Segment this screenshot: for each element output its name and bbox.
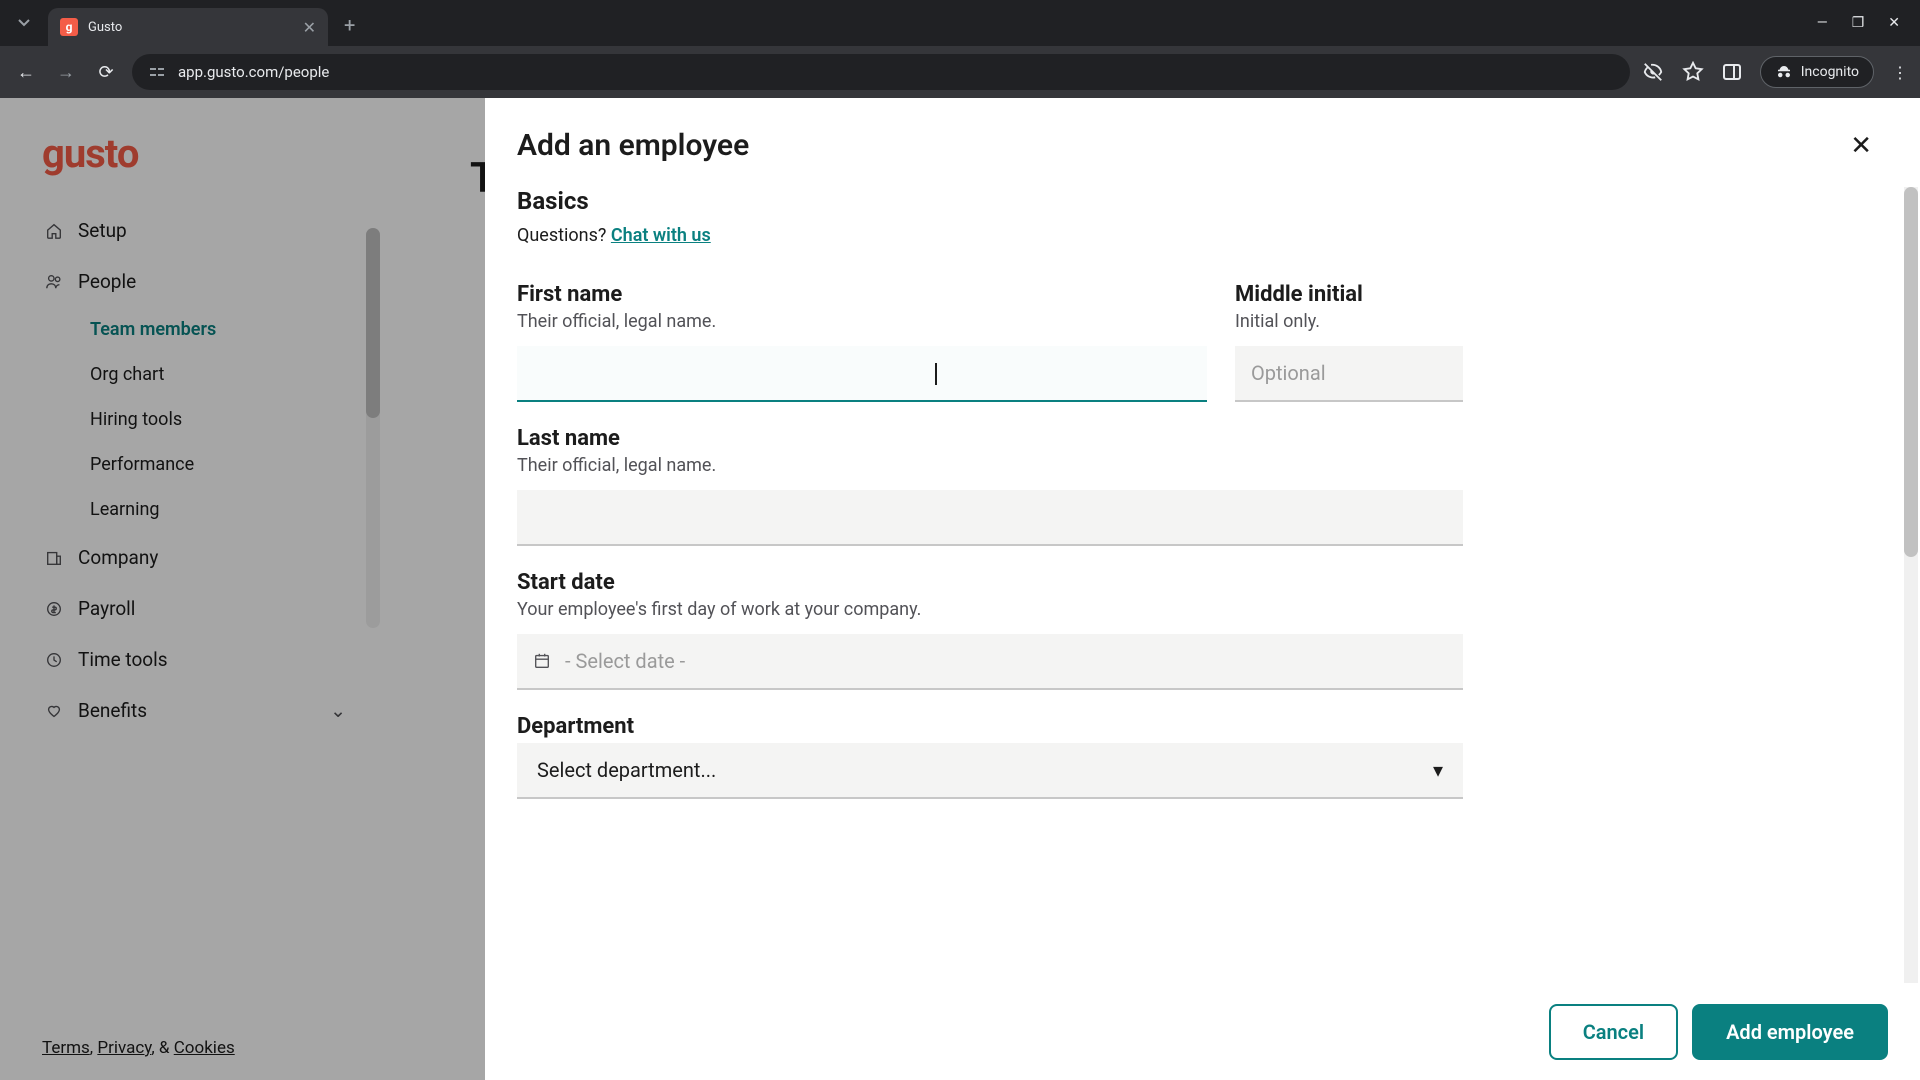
first-name-label: First name <box>517 282 1207 307</box>
tab-favicon: g <box>60 18 78 36</box>
new-tab-button[interactable]: + <box>344 13 355 37</box>
eye-off-icon[interactable] <box>1642 61 1664 83</box>
reload-button[interactable]: ⟳ <box>92 62 120 83</box>
help-line: Questions? Chat with us <box>517 225 1872 246</box>
middle-initial-help: Initial only. <box>1235 311 1463 332</box>
browser-menu-icon[interactable]: ⋮ <box>1892 63 1908 82</box>
section-title: Basics <box>517 187 1872 215</box>
middle-initial-label: Middle initial <box>1235 282 1463 307</box>
add-employee-modal: Add an employee ✕ Basics Questions? Chat… <box>485 98 1920 1080</box>
department-placeholder: Select department... <box>537 758 716 782</box>
start-date-help: Your employee's first day of work at you… <box>517 599 1463 620</box>
text-cursor <box>935 363 937 385</box>
last-name-help: Their official, legal name. <box>517 455 1463 476</box>
incognito-icon <box>1775 63 1793 81</box>
forward-button[interactable]: → <box>52 62 80 83</box>
address-bar[interactable]: app.gusto.com/people <box>132 54 1630 90</box>
start-date-placeholder: - Select date - <box>565 649 685 673</box>
modal-scrollbar[interactable] <box>1904 187 1918 983</box>
modal-scroll-thumb[interactable] <box>1904 187 1918 557</box>
start-date-label: Start date <box>517 570 1463 595</box>
calendar-icon <box>533 652 551 670</box>
bookmark-star-icon[interactable] <box>1682 61 1704 83</box>
url-text: app.gusto.com/people <box>178 63 329 81</box>
department-select[interactable]: Select department... ▾ <box>517 743 1463 799</box>
minimize-button[interactable]: — <box>1817 15 1828 31</box>
maximize-button[interactable]: ❐ <box>1852 15 1865 31</box>
tab-title: Gusto <box>88 20 293 35</box>
modal-title: Add an employee <box>517 128 1850 163</box>
last-name-input[interactable] <box>517 490 1463 546</box>
first-name-help: Their official, legal name. <box>517 311 1207 332</box>
first-name-input[interactable] <box>517 346 1207 402</box>
middle-initial-input[interactable] <box>1235 346 1463 402</box>
browser-tab[interactable]: g Gusto ✕ <box>48 8 328 46</box>
last-name-label: Last name <box>517 426 1463 451</box>
cancel-button[interactable]: Cancel <box>1549 1004 1678 1060</box>
close-window-button[interactable]: ✕ <box>1888 15 1900 31</box>
window-controls: — ❐ ✕ <box>1817 15 1912 31</box>
chat-link[interactable]: Chat with us <box>611 225 711 246</box>
add-employee-button[interactable]: Add employee <box>1692 1004 1888 1060</box>
side-panel-icon[interactable] <box>1722 62 1742 82</box>
department-label: Department <box>517 714 1463 739</box>
browser-toolbar: ← → ⟳ app.gusto.com/people Incognito ⋮ <box>0 46 1920 98</box>
tab-search-dropdown[interactable] <box>8 7 40 39</box>
back-button[interactable]: ← <box>12 62 40 83</box>
site-settings-icon[interactable] <box>148 63 166 81</box>
start-date-input[interactable]: - Select date - <box>517 634 1463 690</box>
modal-close-button[interactable]: ✕ <box>1850 131 1872 161</box>
chevron-down-icon: ▾ <box>1433 758 1443 782</box>
browser-tab-strip: g Gusto ✕ + — ❐ ✕ <box>0 0 1920 46</box>
incognito-badge[interactable]: Incognito <box>1760 56 1874 88</box>
tab-close-icon[interactable]: ✕ <box>303 18 316 37</box>
